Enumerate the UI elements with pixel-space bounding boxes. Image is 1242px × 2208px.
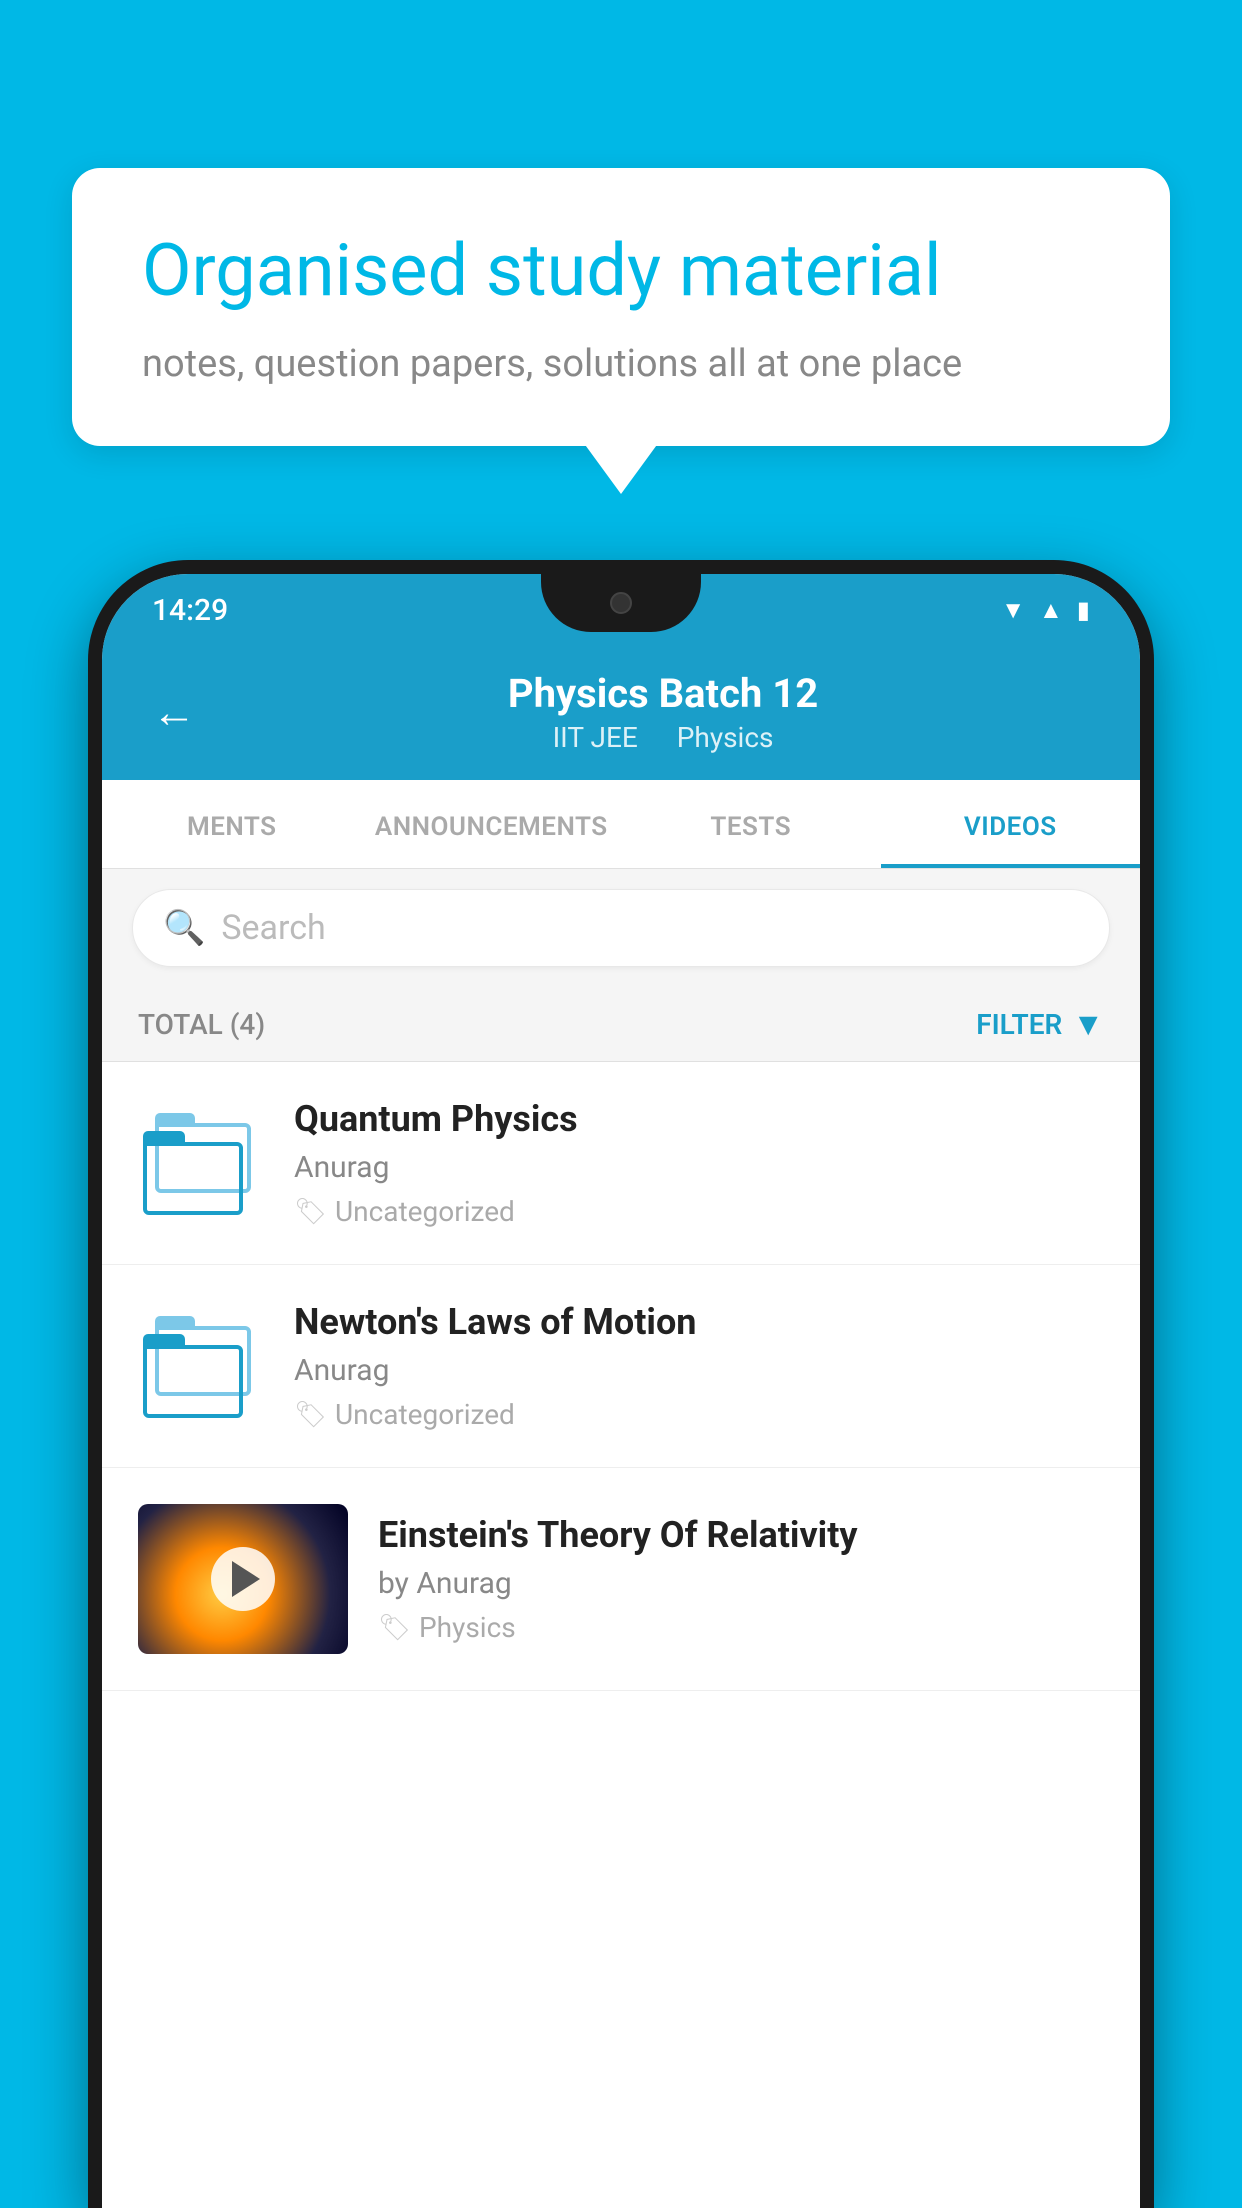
folder-front [143,1131,235,1207]
filter-bar: TOTAL (4) FILTER ▼ [102,987,1140,1062]
video-list: Quantum Physics Anurag 🏷 Uncategorized [102,1062,1140,1691]
folder-icon-1 [143,1113,253,1213]
tag-icon-3: 🏷 [378,1613,411,1643]
camera-dot [610,592,632,614]
video-tag-1: 🏷 Uncategorized [294,1195,1104,1228]
tab-videos[interactable]: VIDEOS [881,780,1141,868]
bubble-title: Organised study material [142,228,1100,314]
bubble-subtitle: notes, question papers, solutions all at… [142,342,1100,386]
battery-icon: ▮ [1077,596,1090,624]
video-title-3: Einstein's Theory Of Relativity [378,1514,1104,1556]
filter-button[interactable]: FILTER ▼ [976,1005,1104,1043]
play-button-3[interactable] [211,1547,275,1611]
video-thumb-1 [138,1108,258,1218]
tag-label-3: Physics [419,1611,516,1644]
search-placeholder: Search [221,908,325,948]
physics-label: Physics [677,721,774,754]
search-container: 🔍 Search [102,869,1140,987]
video-tag-2: 🏷 Uncategorized [294,1398,1104,1431]
status-icons: ▼ ▲ ▮ [1001,596,1090,625]
video-item-1[interactable]: Quantum Physics Anurag 🏷 Uncategorized [102,1062,1140,1265]
video-thumb-2 [138,1311,258,1421]
folder-front-2 [143,1334,235,1410]
video-thumb-3 [138,1504,348,1654]
video-author-1: Anurag [294,1150,1104,1185]
video-item-2[interactable]: Newton's Laws of Motion Anurag 🏷 Uncateg… [102,1265,1140,1468]
total-count: TOTAL (4) [138,1008,265,1041]
play-triangle-icon [232,1561,260,1597]
iit-jee-label: IIT JEE [553,721,638,754]
search-bar[interactable]: 🔍 Search [132,889,1110,967]
app-header: ← Physics Batch 12 IIT JEE Physics [102,642,1140,780]
video-item-3[interactable]: Einstein's Theory Of Relativity by Anura… [102,1468,1140,1691]
notch [541,574,701,632]
back-button[interactable]: ← [152,686,196,738]
video-tag-3: 🏷 Physics [378,1611,1104,1644]
video-info-3: Einstein's Theory Of Relativity by Anura… [378,1514,1104,1644]
tag-label-1: Uncategorized [335,1195,515,1228]
tab-announcements[interactable]: ANNOUNCEMENTS [362,780,622,868]
wifi-icon: ▼ [1001,596,1025,625]
video-title-1: Quantum Physics [294,1098,1104,1140]
header-title-area: Physics Batch 12 IIT JEE Physics [236,670,1090,754]
video-author-3: by Anurag [378,1566,1104,1601]
tag-label-2: Uncategorized [335,1398,515,1431]
folder-icon-2 [143,1316,253,1416]
tag-icon-1: 🏷 [294,1197,327,1227]
tab-bar: MENTS ANNOUNCEMENTS TESTS VIDEOS [102,780,1140,869]
video-info-1: Quantum Physics Anurag 🏷 Uncategorized [294,1098,1104,1228]
batch-title: Physics Batch 12 [236,670,1090,717]
speech-bubble: Organised study material notes, question… [72,168,1170,446]
tag-icon-2: 🏷 [294,1400,327,1430]
signal-icon: ▲ [1039,596,1063,625]
tab-ments[interactable]: MENTS [102,780,362,868]
filter-label: FILTER [976,1008,1062,1041]
video-thumbnail-3 [138,1504,348,1654]
tab-tests[interactable]: TESTS [621,780,881,868]
status-time: 14:29 [152,593,228,628]
phone-screen: 14:29 ▼ ▲ ▮ ← Physics Batch 12 IIT JEE P… [102,574,1140,2208]
header-subtitle: IIT JEE Physics [236,721,1090,754]
phone-frame: 14:29 ▼ ▲ ▮ ← Physics Batch 12 IIT JEE P… [88,560,1154,2208]
status-bar: 14:29 ▼ ▲ ▮ [102,574,1140,642]
video-author-2: Anurag [294,1353,1104,1388]
video-title-2: Newton's Laws of Motion [294,1301,1104,1343]
search-icon: 🔍 [163,908,205,948]
video-info-2: Newton's Laws of Motion Anurag 🏷 Uncateg… [294,1301,1104,1431]
filter-icon: ▼ [1072,1005,1104,1043]
